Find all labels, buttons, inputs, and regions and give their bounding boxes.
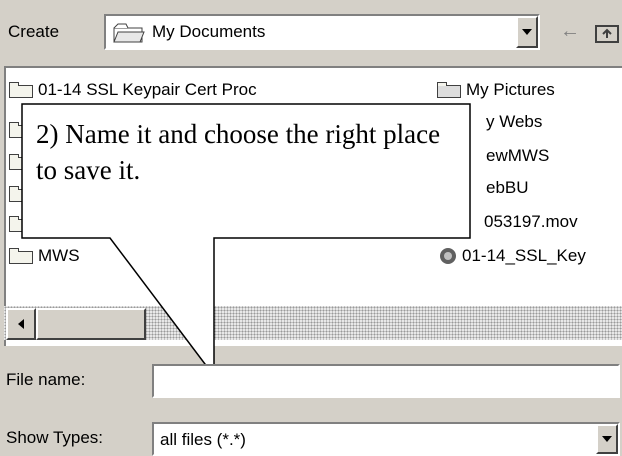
chevron-down-icon: [522, 29, 532, 35]
document-icon: [436, 246, 462, 266]
back-arrow-icon[interactable]: ←: [560, 20, 580, 43]
folder-icon: [8, 82, 34, 98]
scrollbar-thumb[interactable]: [36, 308, 146, 340]
list-item[interactable]: 01-14 SSL Keypair Cert Proc: [8, 80, 257, 100]
location-dropdown-button[interactable]: [516, 16, 538, 48]
file-types-dropdown[interactable]: all files (*.*): [152, 422, 620, 456]
folder-icon: [8, 248, 34, 264]
folder-icon: [8, 216, 34, 232]
list-item[interactable]: y Webs: [486, 112, 542, 132]
list-item[interactable]: ewMWS: [486, 146, 549, 166]
up-folder-icon[interactable]: [594, 20, 622, 46]
filename-input[interactable]: [152, 364, 620, 398]
folder-icon: [8, 186, 34, 202]
list-item[interactable]: My Pictures: [436, 80, 555, 100]
list-item[interactable]: 053197.mov: [484, 212, 578, 232]
show-types-label: Show Types:: [6, 428, 104, 447]
chevron-left-icon: [18, 319, 24, 329]
location-value: My Documents: [152, 22, 266, 41]
callout-text: 2) Name it and choose the right place to…: [36, 119, 441, 185]
file-list[interactable]: 01-14 SSL Keypair Cert Proc MWS My Pictu…: [4, 66, 622, 346]
folder-icon: [112, 22, 146, 44]
chevron-down-icon: [602, 436, 612, 442]
list-item[interactable]: 01-14_SSL_Key: [436, 246, 586, 266]
list-item[interactable]: MWS: [8, 246, 80, 266]
create-label: Create: [8, 22, 60, 41]
file-types-dropdown-button[interactable]: [596, 424, 618, 454]
filename-label: File name:: [6, 370, 86, 389]
location-dropdown[interactable]: My Documents: [104, 14, 540, 50]
scroll-left-button[interactable]: [6, 308, 36, 340]
pictures-folder-icon: [436, 82, 462, 98]
file-types-value: all files (*.*): [160, 430, 246, 449]
list-item[interactable]: ebBU: [486, 178, 529, 198]
folder-icon: [8, 154, 34, 170]
folder-icon: [8, 122, 34, 138]
